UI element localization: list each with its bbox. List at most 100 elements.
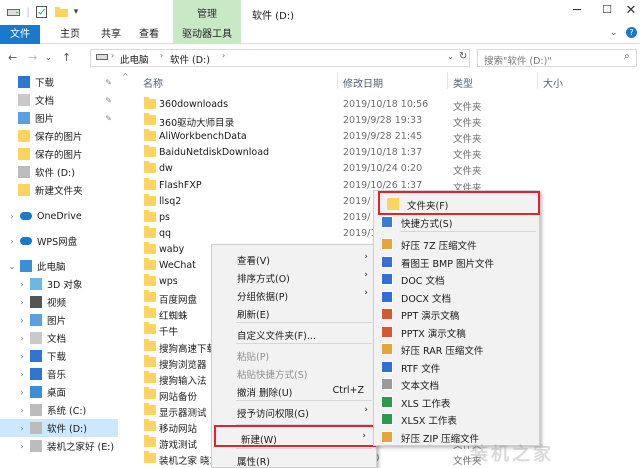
expand-chevron-icon[interactable]: › [16, 424, 28, 433]
new-submenu-item[interactable]: RTF 文件 [374, 358, 539, 376]
context-menu-item[interactable]: 自定义文件夹(F)... [212, 325, 376, 343]
sidebar-item[interactable]: › 下载 [0, 347, 118, 365]
expand-chevron-icon[interactable]: › [16, 280, 28, 289]
context-menu-item[interactable]: 查看(V) › [212, 250, 376, 268]
new-submenu-item[interactable]: 快捷方式(S) [374, 213, 539, 231]
sidebar-item[interactable]: 图片 ✎ [0, 109, 118, 127]
sidebar-item[interactable]: 下载 ✎ [0, 73, 118, 91]
sidebar-item[interactable]: › 音乐 [0, 365, 118, 383]
folder-icon [144, 161, 156, 174]
file-row[interactable]: 360驱动大师目录 2019/9/28 19:33 文件夹 [140, 113, 640, 129]
sidebar-item[interactable]: › 桌面 [0, 383, 118, 401]
recent-locations-icon[interactable]: ⌄ [45, 53, 52, 62]
search-input[interactable]: 搜索"软件 (D:)" [477, 49, 637, 67]
sidebar-item[interactable]: 保存的图片 [0, 145, 118, 163]
sidebar-item[interactable]: 新建文件夹 [0, 181, 118, 199]
tab-view[interactable]: 查看 [132, 25, 166, 44]
sidebar-item[interactable]: 软件 (D:) [0, 163, 118, 181]
folder-icon [18, 130, 30, 142]
expand-chevron-icon[interactable]: › [16, 370, 28, 379]
expand-chevron-icon[interactable]: › [16, 388, 28, 397]
maximize-icon[interactable]: ☐ [596, 3, 618, 21]
breadcrumb-separator-icon: › [222, 51, 226, 60]
context-menu-item[interactable]: 撤消 删除(U) Ctrl+Z [212, 382, 376, 400]
new-submenu-item[interactable]: 文本文档 [374, 375, 539, 393]
context-menu-item[interactable]: 粘贴(P) [212, 346, 376, 364]
expand-chevron-icon[interactable]: › [6, 212, 18, 221]
breadcrumb-this-pc[interactable]: 此电脑 [120, 52, 149, 66]
expand-chevron-icon[interactable]: › [16, 406, 28, 415]
breadcrumb-drive-d[interactable]: 软件 (D:) [170, 52, 210, 66]
expand-chevron-icon[interactable]: › [16, 298, 28, 307]
new-submenu-item[interactable]: XLS 工作表 [374, 393, 539, 411]
expand-chevron-icon[interactable]: ⌄ [6, 262, 18, 271]
column-divider[interactable] [337, 72, 338, 89]
column-name[interactable]: 名称 [143, 75, 163, 90]
column-type[interactable]: 类型 [453, 75, 473, 90]
expand-chevron-icon[interactable]: › [16, 334, 28, 343]
help-icon[interactable]: ? [626, 27, 637, 38]
column-divider[interactable] [447, 72, 448, 89]
file-row[interactable]: BaiduNetdiskDownload 2019/10/18 1:37 文件夹 [140, 145, 640, 161]
file-row[interactable]: AliWorkbenchData 2019/9/28 21:45 文件夹 [140, 129, 640, 145]
tab-file[interactable]: 文件 [0, 25, 40, 44]
customize-quick-access-icon[interactable]: ▾ [71, 4, 81, 20]
sidebar-item[interactable]: › 视频 [0, 293, 118, 311]
back-arrow-icon[interactable]: ← [8, 51, 17, 64]
minimize-icon[interactable]: ─ [566, 3, 588, 21]
column-size[interactable]: 大小 [543, 75, 563, 90]
context-menu-item[interactable]: 粘贴快捷方式(S) [212, 364, 376, 382]
new-submenu-item[interactable]: XLSX 工作表 [374, 410, 539, 428]
sidebar-item[interactable]: 保存的图片 [0, 127, 118, 145]
new-submenu-item[interactable]: 好压 7Z 压缩文件 [374, 235, 539, 253]
new-submenu-item[interactable]: 好压 RAR 压缩文件 [374, 340, 539, 358]
column-date[interactable]: 修改日期 [343, 75, 383, 90]
context-menu-item[interactable]: 排序方式(O) › [212, 268, 376, 286]
sidebar-item[interactable]: ⌄ 此电脑 [0, 257, 118, 275]
context-menu-item[interactable]: 属性(R) [212, 451, 376, 468]
tab-drive-tools[interactable]: 驱动器工具 [173, 25, 241, 44]
sidebar-item[interactable]: › 系统 (C:) [0, 401, 118, 419]
address-dropdown-icon[interactable]: ⌄ [447, 52, 454, 61]
refresh-icon[interactable]: ↻ [459, 51, 467, 62]
context-menu-item[interactable]: 授予访问权限(G) › [212, 403, 376, 421]
context-menu-item[interactable]: 刷新(E) [212, 304, 376, 322]
manage-tab[interactable]: 管理 [173, 0, 241, 25]
file-row[interactable]: dw 2019/10/24 0:20 文件夹 [140, 161, 640, 177]
new-submenu-item[interactable]: DOCX 文档 [374, 288, 539, 306]
new-submenu-item[interactable]: PPT 演示文稿 [374, 305, 539, 323]
search-icon[interactable]: ⌕ [624, 51, 630, 62]
collapse-up-icon[interactable]: ^ [122, 72, 129, 81]
sidebar-item[interactable]: › WPS网盘 [0, 232, 118, 250]
menu-item-label: 新建(W) [241, 435, 277, 446]
new-submenu-item[interactable]: 看图王 BMP 图片文件 [374, 253, 539, 271]
sidebar-item[interactable]: › 软件 (D:) [0, 419, 118, 437]
sidebar-item[interactable]: 文档 ✎ [0, 91, 118, 109]
sidebar-item[interactable]: › 图片 [0, 311, 118, 329]
close-icon[interactable]: ✕ [620, 3, 640, 21]
sidebar-item[interactable]: › 装机之家好 (E:) [0, 437, 118, 455]
folder-icon [144, 97, 156, 109]
file-row[interactable]: 360downloads 2019/10/18 10:56 文件夹 [140, 97, 640, 113]
sidebar-item[interactable]: › 3D 对象 [0, 275, 118, 293]
new-folder-icon[interactable] [54, 4, 68, 20]
tab-home[interactable]: 主页 [53, 25, 87, 44]
column-divider[interactable] [537, 72, 538, 89]
context-menu-item[interactable]: 分组依据(P) › [212, 286, 376, 304]
sidebar-item[interactable]: › OneDrive [0, 207, 118, 225]
sidebar-item[interactable]: › 文档 [0, 329, 118, 347]
new-submenu-item[interactable]: DOC 文档 [374, 270, 539, 288]
expand-chevron-icon[interactable]: › [16, 352, 28, 361]
up-arrow-icon[interactable]: ↑ [62, 51, 71, 64]
expand-ribbon-icon[interactable]: ⌄ [610, 28, 618, 38]
expand-chevron-icon[interactable]: › [6, 237, 18, 246]
new-submenu-item[interactable]: PPTX 演示文稿 [374, 323, 539, 341]
properties-icon[interactable] [34, 4, 48, 20]
forward-arrow-icon[interactable]: → [28, 51, 37, 64]
tab-share[interactable]: 共享 [94, 25, 128, 44]
context-menu-item[interactable]: 新建(W) › [214, 425, 376, 447]
file-name: 千牛 [159, 327, 179, 339]
expand-chevron-icon[interactable]: › [16, 442, 28, 451]
expand-chevron-icon[interactable]: › [16, 316, 28, 325]
new-submenu-item[interactable]: 文件夹(F) [378, 191, 540, 215]
